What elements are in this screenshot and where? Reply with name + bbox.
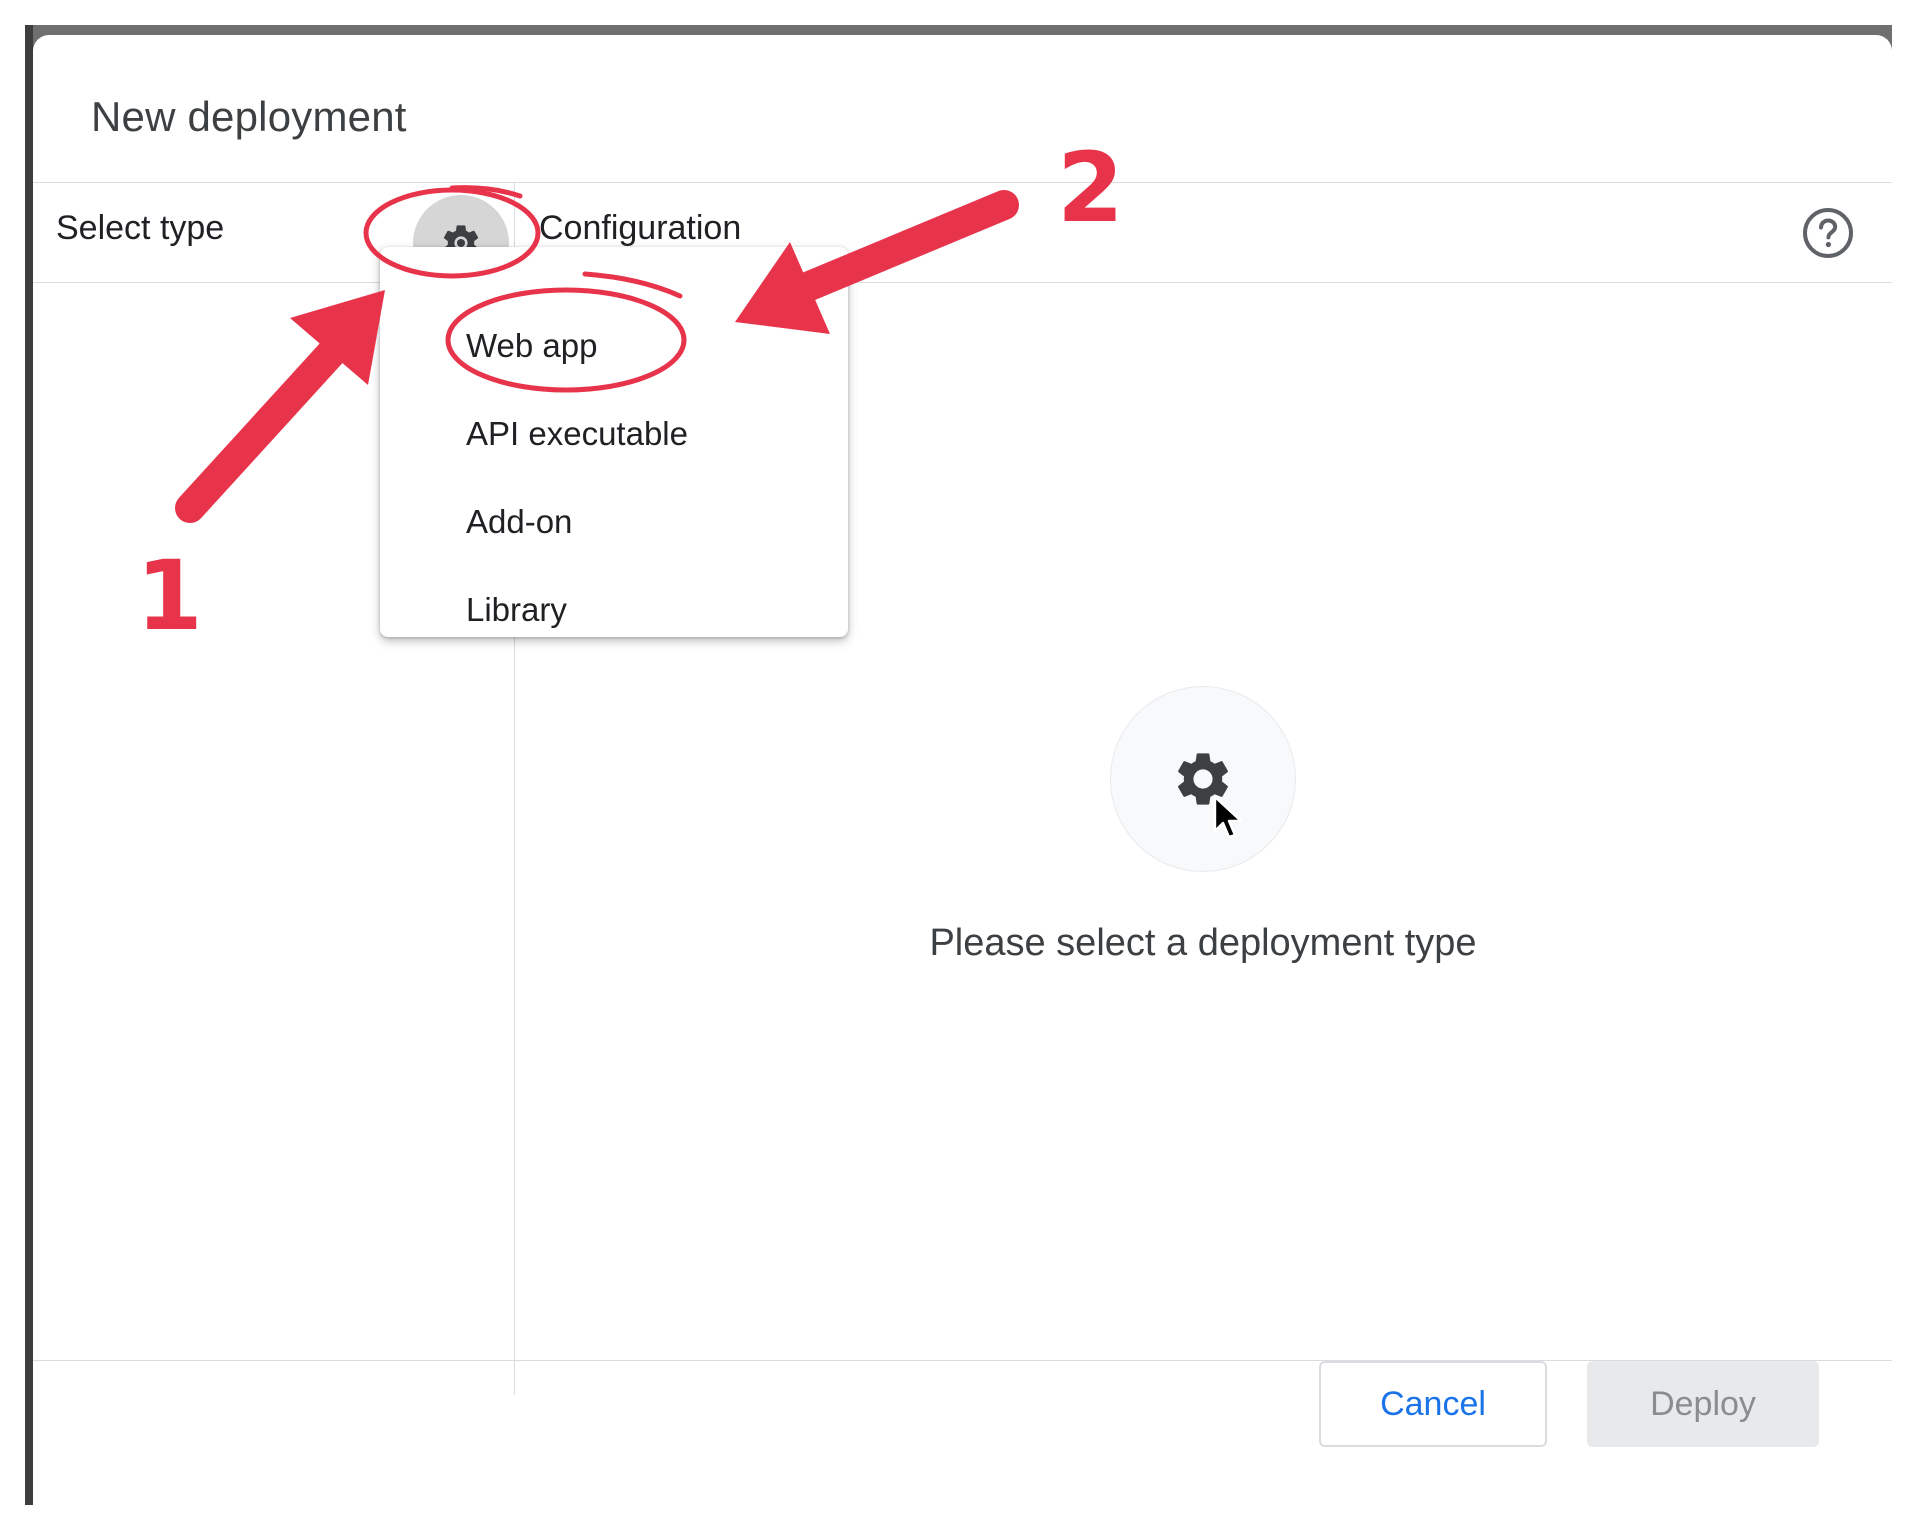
annotation-number-2: 2 <box>1057 132 1124 244</box>
backdrop-strip <box>25 25 33 1505</box>
annotation-number-1: 1 <box>136 540 203 652</box>
header-divider <box>33 182 1892 183</box>
deploy-button[interactable]: Deploy <box>1587 1361 1819 1447</box>
empty-state-text: Please select a deployment type <box>929 922 1477 964</box>
cancel-button[interactable]: Cancel <box>1319 1361 1547 1447</box>
help-circle-icon[interactable] <box>1801 206 1855 260</box>
dialog-title: New deployment <box>91 93 407 140</box>
screenshot-stage: New deployment Select type Configuration <box>0 0 1909 1521</box>
configuration-label: Configuration <box>539 209 742 247</box>
menu-item-api-executable[interactable]: API executable <box>380 390 848 478</box>
menu-item-add-on[interactable]: Add-on <box>380 478 848 566</box>
mouse-cursor-icon <box>1213 795 1243 839</box>
select-type-label: Select type <box>56 209 225 247</box>
menu-item-web-app[interactable]: Web app <box>380 302 848 390</box>
menu-item-library[interactable]: Library <box>380 566 848 654</box>
empty-state-circle <box>1110 686 1296 872</box>
new-deployment-dialog: New deployment Select type Configuration <box>33 35 1892 1505</box>
config-header-divider <box>33 282 1892 283</box>
deployment-type-menu: Web app API executable Add-on Library <box>380 247 848 637</box>
